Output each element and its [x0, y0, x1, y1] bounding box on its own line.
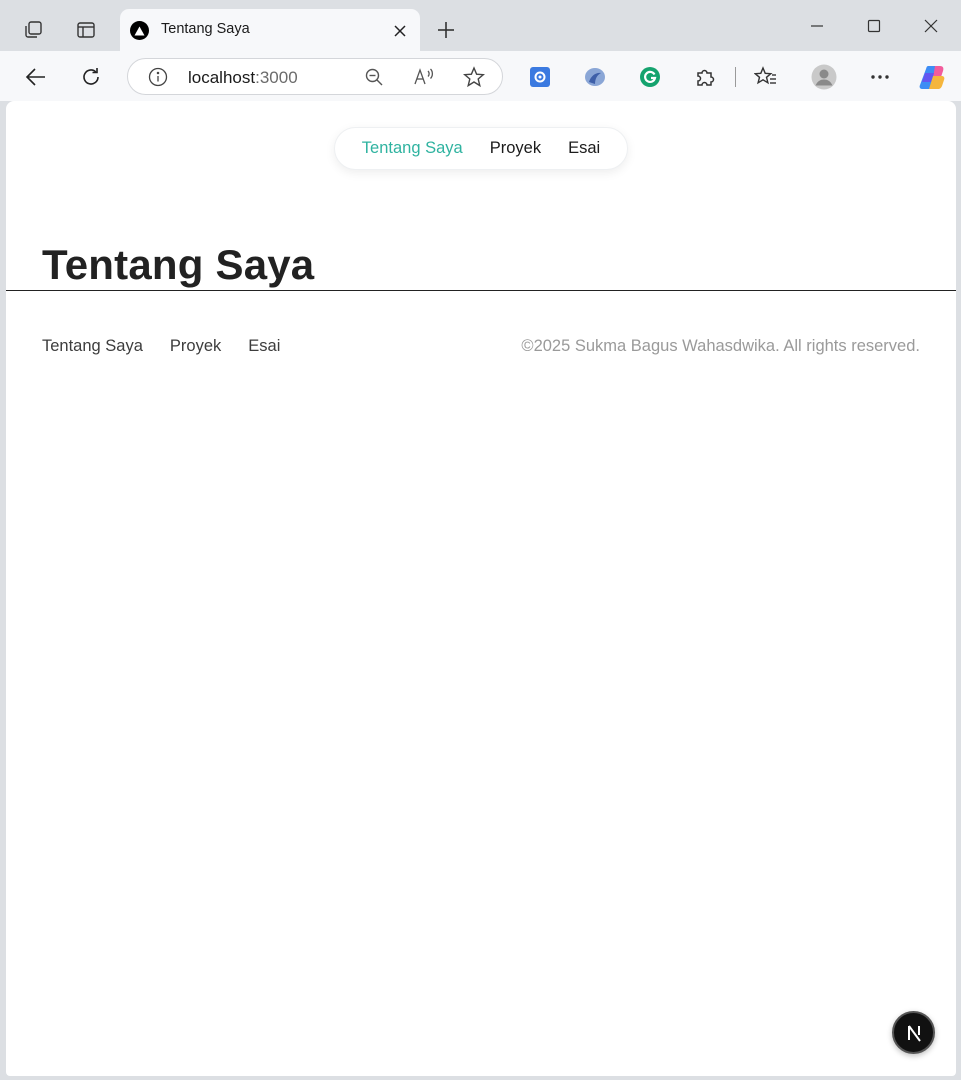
close-icon: [924, 19, 938, 33]
site-info-icon[interactable]: [148, 67, 168, 87]
footer-nav: Tentang Saya Proyek Esai: [42, 337, 280, 356]
window-close-button[interactable]: [911, 8, 951, 44]
close-icon: [394, 25, 406, 37]
tab-title: Tentang Saya: [161, 21, 250, 37]
title-divider: [6, 290, 956, 291]
workspaces-icon: [25, 21, 42, 38]
more-dots-icon: [871, 75, 889, 79]
nextjs-n-icon: [907, 1024, 921, 1042]
nextjs-dev-badge[interactable]: [892, 1011, 935, 1054]
workspaces-button[interactable]: [15, 12, 51, 48]
star-icon: [463, 66, 485, 88]
footer-link-tentang-saya[interactable]: Tentang Saya: [42, 337, 143, 356]
extension-button-1[interactable]: [523, 60, 557, 94]
copilot-icon: [919, 66, 945, 89]
copilot-button[interactable]: [916, 60, 950, 94]
favorites-button[interactable]: [749, 60, 783, 94]
extension-swirl-icon: [585, 68, 605, 86]
footer-link-proyek[interactable]: Proyek: [170, 337, 221, 356]
refresh-button[interactable]: [74, 60, 108, 94]
read-aloud-icon: [414, 68, 434, 85]
site-nav: Tentang Saya Proyek Esai: [334, 127, 628, 170]
minimize-button[interactable]: [797, 8, 837, 44]
favicon-icon: [130, 21, 149, 40]
minimize-icon: [811, 25, 823, 27]
maximize-button[interactable]: [854, 8, 894, 44]
back-button[interactable]: [19, 60, 53, 94]
url-host: localhost: [188, 68, 256, 87]
footer-link-esai[interactable]: Esai: [248, 337, 280, 356]
grammarly-button[interactable]: [633, 60, 667, 94]
tab-strip: Tentang Saya: [0, 0, 961, 51]
nav-link-tentang-saya[interactable]: Tentang Saya: [362, 139, 463, 158]
nav-link-proyek[interactable]: Proyek: [490, 139, 541, 158]
address-bar[interactable]: localhost:3000: [127, 58, 503, 95]
page-title: Tentang Saya: [42, 241, 315, 288]
favorite-button[interactable]: [463, 66, 485, 88]
maximize-icon: [867, 19, 881, 33]
url-text[interactable]: localhost:3000: [188, 68, 298, 88]
browser-toolbar: localhost:3000: [0, 51, 961, 101]
extensions-button[interactable]: [688, 60, 722, 94]
tab-close-button[interactable]: [388, 19, 412, 43]
zoom-out-button[interactable]: [363, 66, 385, 88]
toolbar-divider: [735, 67, 736, 87]
nav-link-esai[interactable]: Esai: [568, 139, 600, 158]
refresh-icon: [83, 68, 99, 85]
favorites-list-icon: [754, 66, 776, 85]
zoom-out-icon: [365, 68, 383, 86]
page-viewport: Tentang Saya Proyek Esai Tentang Saya Te…: [6, 101, 956, 1076]
avatar-icon: [811, 64, 837, 90]
active-tab[interactable]: Tentang Saya: [120, 9, 420, 51]
extension-button-2[interactable]: [578, 60, 612, 94]
puzzle-icon: [697, 69, 715, 86]
back-arrow-icon: [25, 68, 45, 86]
vertical-tabs-button[interactable]: [68, 12, 104, 48]
new-tab-button[interactable]: [432, 16, 460, 44]
url-port: :3000: [255, 68, 298, 87]
read-aloud-button[interactable]: [413, 66, 435, 88]
grammarly-icon: [640, 67, 660, 87]
plus-icon: [438, 22, 454, 38]
copyright-text: ©2025 Sukma Bagus Wahasdwika. All rights…: [521, 337, 920, 355]
tab-actions-icon: [77, 22, 95, 38]
more-menu-button[interactable]: [863, 60, 897, 94]
extension-blue-gear-icon: [530, 67, 550, 87]
profile-button[interactable]: [807, 60, 841, 94]
